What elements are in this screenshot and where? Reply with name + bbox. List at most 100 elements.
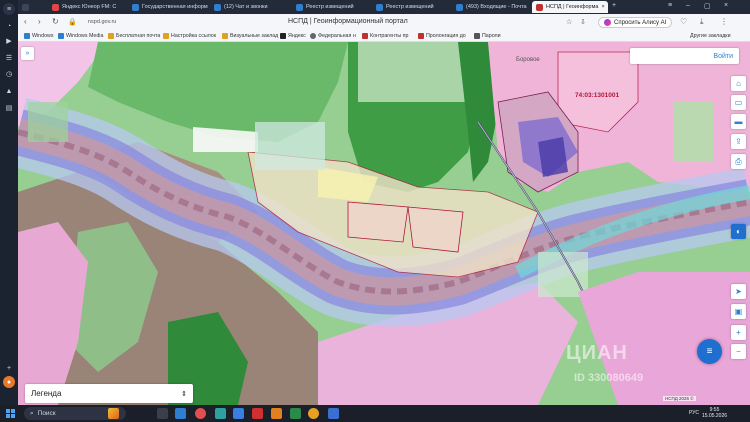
edge-icon[interactable] <box>215 408 226 419</box>
collections-icon[interactable]: ▤ <box>3 102 15 114</box>
app-icon[interactable] <box>290 408 301 419</box>
app-icon[interactable] <box>328 408 339 419</box>
tab-3[interactable]: (12) Чат и звонки <box>210 1 290 13</box>
app-sidebar: ≡ ◔ ▶ ☰ ◷ ▲ ▤ + ● <box>0 0 18 405</box>
bookmark-item[interactable]: Визуальные заклад <box>222 33 278 39</box>
address-bar: ‹ › ↻ 🔒 nspd.gov.ru НСПД | Геоинформацио… <box>18 14 750 31</box>
menu-dots-icon[interactable]: ⋮ <box>720 17 728 26</box>
tab-5[interactable]: Реестр извещений <box>372 1 450 13</box>
chat-button[interactable]: ≡ <box>697 339 722 364</box>
bookmark-icon[interactable]: ▲ <box>3 85 15 97</box>
bookmark-item[interactable]: Настройка ссылок <box>163 33 216 39</box>
yandex-browser-icon[interactable] <box>308 408 319 419</box>
screen-icon[interactable]: ▣ <box>731 304 746 319</box>
pdf-icon[interactable] <box>252 408 263 419</box>
tab-favicon-icon <box>52 3 59 11</box>
bookmark-item[interactable]: Яндекс <box>280 33 306 39</box>
history-icon[interactable]: ◷ <box>3 68 15 80</box>
menu-icon[interactable]: ≡ <box>3 3 15 15</box>
watermark: ЦИАН <box>566 342 628 364</box>
bookmark-star-icon[interactable]: ☆ <box>566 18 572 26</box>
locate-icon[interactable]: ➤ <box>731 284 746 299</box>
watermark-id: ID 330080649 <box>574 372 644 384</box>
share-icon[interactable]: ⇪ <box>731 134 746 149</box>
bookmark-item[interactable]: Windows <box>24 33 54 39</box>
info-icon[interactable]: ◐ <box>731 224 746 239</box>
app-icon[interactable] <box>271 408 282 419</box>
tab-7-active[interactable]: НСПД | Геоинформа × <box>532 1 608 13</box>
map-canvas[interactable]: » Войти ⌂ ▭ ▬ ⇪ ⎙ ◐ ➤ ▣ + − 74:03:130100… <box>18 42 750 405</box>
chat-icon: ≡ <box>706 346 713 357</box>
bookmark-item[interactable]: Бесплатная почта <box>108 33 160 39</box>
language-indicator[interactable]: РУС <box>689 410 699 416</box>
expand-panel-button[interactable]: » <box>21 47 34 60</box>
folder-icon <box>108 33 114 39</box>
village-label: Боровое <box>516 57 540 63</box>
other-bookmarks[interactable]: Другие закладки <box>690 33 731 39</box>
reload-icon[interactable]: ↻ <box>52 17 59 26</box>
extensions-icon[interactable]: ♡ <box>680 17 687 26</box>
search-icon: ⌕ <box>30 409 34 417</box>
tab-favicon-icon <box>22 3 29 11</box>
tab-favicon-icon <box>214 3 221 11</box>
tab-4[interactable]: Реестр извещений <box>292 1 370 13</box>
store-icon[interactable] <box>233 408 244 419</box>
download-icon[interactable]: ⇩ <box>580 18 586 26</box>
task-view-icon[interactable] <box>157 408 168 419</box>
windows-icon <box>58 33 64 39</box>
globe-icon <box>310 33 316 39</box>
forward-icon[interactable]: › <box>38 17 41 26</box>
bookmark-item[interactable]: Пролонгация до <box>418 33 466 39</box>
opera-icon[interactable] <box>195 408 206 419</box>
print-icon[interactable]: ⎙ <box>731 154 746 169</box>
folder-icon <box>222 33 228 39</box>
add-icon[interactable]: + <box>3 362 15 374</box>
home-icon[interactable]: ⌂ <box>731 76 746 91</box>
windows-icon <box>24 33 30 39</box>
zoom-in-icon[interactable]: + <box>731 325 746 340</box>
tab-close-icon[interactable]: × <box>601 4 604 10</box>
tab-favicon-icon <box>296 3 303 11</box>
bookmark-item[interactable]: Windows Media <box>58 33 103 39</box>
legend-dropdown[interactable]: Легенда ⇕ <box>25 384 193 403</box>
alice-button[interactable]: Спросить Алису AI <box>598 17 673 28</box>
maximize-icon[interactable]: ▢ <box>704 2 711 10</box>
bookmark-item[interactable]: Контрагенты пр <box>362 33 408 39</box>
list-icon[interactable]: ☰ <box>3 52 15 64</box>
back-icon[interactable]: ‹ <box>24 17 27 26</box>
cadastral-number-label: 74:03:1301001 <box>575 92 620 99</box>
tab-0[interactable] <box>18 1 46 13</box>
page-title: НСПД | Геоинформационный портал <box>288 18 408 25</box>
tab-favicon-icon <box>456 3 463 11</box>
tab-6[interactable]: (493) Входящие - Почта <box>452 1 530 13</box>
lock-icon: 🔒 <box>68 19 77 26</box>
copilot-icon[interactable] <box>108 408 119 419</box>
new-tab-icon[interactable]: + <box>612 2 616 9</box>
play-icon[interactable]: ▶ <box>3 35 15 47</box>
site-icon <box>418 33 424 39</box>
explorer-icon[interactable] <box>175 408 186 419</box>
login-button[interactable]: Войти <box>630 48 739 64</box>
url-field[interactable]: nspd.gov.ru <box>88 19 116 25</box>
bookmarks-bar: Windows Windows Media Бесплатная почта Н… <box>18 31 750 42</box>
bookmark-item[interactable]: Федеральная н <box>310 33 356 39</box>
folder-icon <box>163 33 169 39</box>
ruler-icon[interactable]: ▬ <box>731 114 746 129</box>
layers-icon[interactable]: ▭ <box>731 95 746 110</box>
downloads-icon[interactable]: ⤓ <box>700 17 704 27</box>
minimize-icon[interactable]: – <box>686 2 690 9</box>
map-copyright: НСПД 2026 © <box>663 396 696 401</box>
map-layers <box>18 42 750 405</box>
tab-list-icon[interactable]: ≡ <box>668 2 672 9</box>
bookmark-item[interactable]: Пароли <box>474 33 501 39</box>
tab-1[interactable]: Яндекс Юнеор FM: С <box>48 1 126 13</box>
tab-2[interactable]: Государственная информ <box>128 1 208 13</box>
key-icon <box>474 33 480 39</box>
legend-label: Легенда <box>31 389 62 398</box>
profile-avatar-icon[interactable]: ● <box>3 376 15 388</box>
windows-start-icon[interactable] <box>6 409 15 418</box>
clock[interactable]: 9:55 15.05.2026 <box>702 407 727 419</box>
close-window-icon[interactable]: × <box>724 2 728 9</box>
zoom-out-icon[interactable]: − <box>731 344 746 359</box>
bell-icon[interactable]: ◔ <box>3 20 15 32</box>
